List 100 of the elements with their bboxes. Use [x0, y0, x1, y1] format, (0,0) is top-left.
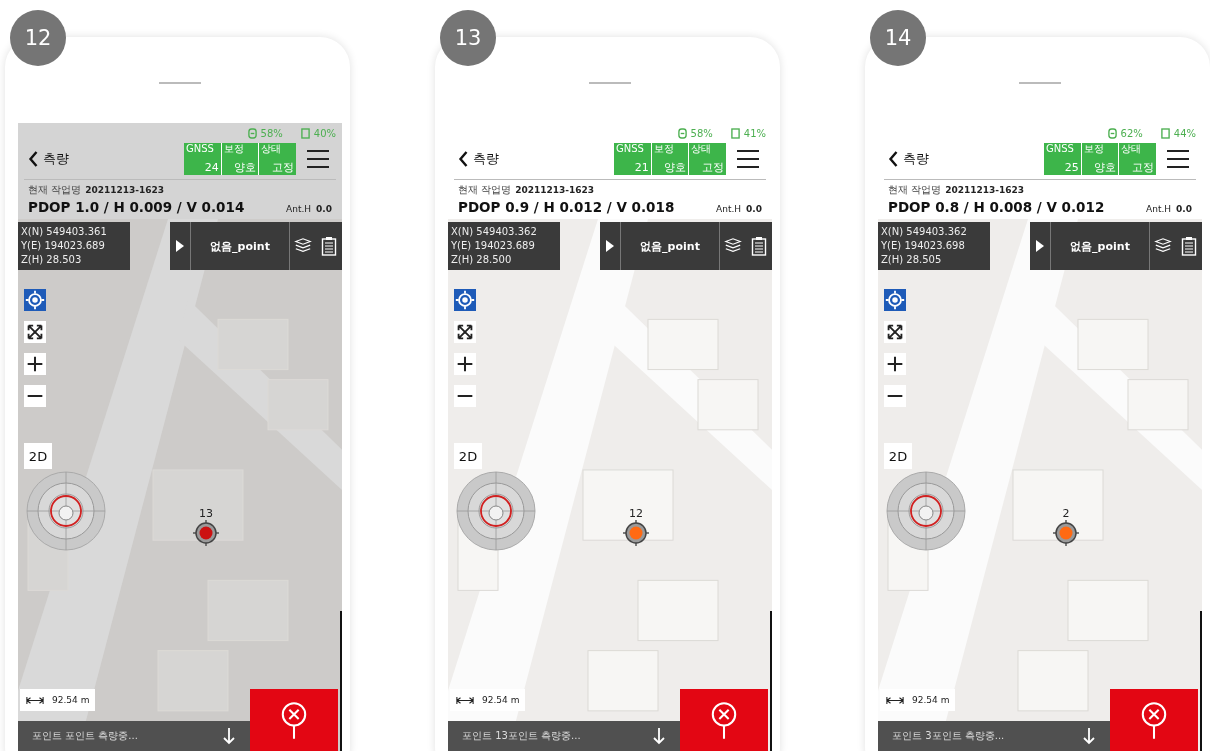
- clipboard-icon[interactable]: [1180, 236, 1198, 256]
- gnss-label: GNSS: [616, 143, 645, 155]
- antenna-height-label: Ant.H: [716, 204, 742, 214]
- back-button[interactable]: 측량: [458, 150, 614, 168]
- play-icon[interactable]: [176, 240, 184, 252]
- zoom-in-icon[interactable]: [884, 353, 906, 375]
- battery-icon: [730, 127, 740, 139]
- point-name-button[interactable]: 없음_point: [190, 222, 290, 270]
- gnss-value: 24: [203, 160, 219, 175]
- status-message: 포인트 3포인트 측량중...: [892, 729, 1006, 743]
- coordinate-text: Y(E) 194023.689: [21, 239, 106, 253]
- antenna-height-value: 0.0: [746, 204, 762, 214]
- play-icon[interactable]: [1036, 240, 1044, 252]
- expand-icon[interactable]: [454, 321, 476, 343]
- gnss-value: 양호: [233, 160, 257, 175]
- gnss-value: 양호: [1093, 160, 1117, 175]
- coordinate-text: Y(E) 194023.689: [451, 239, 536, 253]
- scale-text: 92.54 m: [482, 695, 520, 705]
- back-button[interactable]: 측량: [888, 150, 1044, 168]
- gnss-label: 상태: [261, 143, 283, 155]
- locate-icon[interactable]: [24, 289, 46, 311]
- menu-icon[interactable]: [736, 149, 760, 169]
- cancel-measure-button[interactable]: [250, 689, 338, 751]
- status-message: 포인트 13포인트 측량중...: [462, 729, 582, 743]
- scale-icon: [26, 695, 44, 705]
- coordinate-text: Z(H) 28.500: [451, 253, 513, 267]
- marker-label: 12: [628, 507, 644, 520]
- chevron-left-icon: [28, 151, 39, 167]
- view-mode-button[interactable]: 2D: [24, 443, 52, 469]
- gnss-label: 상태: [1121, 143, 1143, 155]
- map-view[interactable]: X(N) 549403.361 Y(E) 194023.689 Z(H) 28.503 없음_point 2D 13 92.54 m 포인트 포인트 측량중...: [18, 219, 342, 751]
- point-name-button[interactable]: 없음_point: [620, 222, 720, 270]
- cancel-measure-button[interactable]: [1110, 689, 1198, 751]
- coordinate-text: Y(E) 194023.698: [881, 239, 966, 253]
- back-button[interactable]: 측량: [28, 150, 184, 168]
- chevron-left-icon: [888, 151, 899, 167]
- map-view[interactable]: X(N) 549403.362 Y(E) 194023.698 Z(H) 28.505 없음_point 2D 2 92.54 m 포인트 3포인트 측량중...: [878, 219, 1202, 751]
- step-badge: 13: [440, 10, 496, 66]
- play-icon[interactable]: [606, 240, 614, 252]
- scale-text: 92.54 m: [912, 695, 950, 705]
- gps-icon: [677, 127, 687, 139]
- expand-icon[interactable]: [24, 321, 46, 343]
- step-badge: 12: [10, 10, 66, 66]
- zoom-in-icon[interactable]: [454, 353, 476, 375]
- job-label: 현재 작업명: [458, 183, 512, 197]
- gnss-value: 고정: [1131, 160, 1154, 175]
- accuracy-readout: PDOP 1.0 / H 0.009 / V 0.014: [28, 199, 246, 215]
- marker-label: 2: [1061, 507, 1071, 520]
- expand-icon[interactable]: [884, 321, 906, 343]
- antenna-height-value: 0.0: [1176, 204, 1192, 214]
- target-marker-icon: [1052, 519, 1080, 547]
- gps-percent: 62%: [1120, 127, 1143, 139]
- coordinate-text: Z(H) 28.503: [21, 253, 83, 267]
- cancel-pin-icon: [710, 700, 738, 740]
- battery-percent: 40%: [313, 127, 336, 139]
- coordinate-text: X(N) 549403.362: [881, 225, 968, 239]
- point-name-button[interactable]: 없음_point: [1050, 222, 1150, 270]
- gnss-value: 고정: [701, 160, 724, 175]
- step-badge: 14: [870, 10, 926, 66]
- view-mode-button[interactable]: 2D: [884, 443, 912, 469]
- locate-icon[interactable]: [884, 289, 906, 311]
- zoom-in-icon[interactable]: [24, 353, 46, 375]
- clipboard-icon[interactable]: [320, 236, 338, 256]
- view-mode-button[interactable]: 2D: [454, 443, 482, 469]
- arrow-down-icon[interactable]: [1082, 727, 1096, 745]
- antenna-height-label: Ant.H: [286, 204, 312, 214]
- job-name: 20211213-1623: [515, 185, 595, 195]
- menu-icon[interactable]: [1166, 149, 1190, 169]
- cancel-pin-icon: [280, 700, 308, 740]
- arrow-down-icon[interactable]: [222, 727, 236, 745]
- zoom-out-icon[interactable]: [884, 385, 906, 407]
- zoom-out-icon[interactable]: [454, 385, 476, 407]
- coordinate-text: X(N) 549403.361: [21, 225, 108, 239]
- gps-icon: [1107, 127, 1117, 139]
- menu-icon[interactable]: [306, 149, 330, 169]
- battery-percent: 44%: [1173, 127, 1196, 139]
- clipboard-icon[interactable]: [750, 236, 768, 256]
- status-message: 포인트 포인트 측량중...: [32, 729, 139, 743]
- gnss-label: 보정: [653, 143, 675, 155]
- job-name: 20211213-1623: [945, 185, 1025, 195]
- job-label: 현재 작업명: [888, 183, 942, 197]
- gnss-value: 고정: [271, 160, 294, 175]
- scale-icon: [456, 695, 474, 705]
- locate-icon[interactable]: [454, 289, 476, 311]
- target-marker-icon: [192, 519, 220, 547]
- accuracy-readout: PDOP 0.9 / H 0.012 / V 0.018: [458, 199, 676, 215]
- job-name: 20211213-1623: [85, 185, 165, 195]
- gnss-label: GNSS: [1046, 143, 1075, 155]
- gps-percent: 58%: [690, 127, 713, 139]
- scale-text: 92.54 m: [52, 695, 90, 705]
- gnss-value: 25: [1063, 160, 1079, 175]
- zoom-out-icon[interactable]: [24, 385, 46, 407]
- antenna-height-value: 0.0: [316, 204, 332, 214]
- chevron-left-icon: [458, 151, 469, 167]
- battery-icon: [300, 127, 310, 139]
- cancel-measure-button[interactable]: [680, 689, 768, 751]
- gnss-label: GNSS: [186, 143, 215, 155]
- antenna-height-label: Ant.H: [1146, 204, 1172, 214]
- map-view[interactable]: X(N) 549403.362 Y(E) 194023.689 Z(H) 28.500 없음_point 2D 12 92.54 m 포인트 13포인트 측량중...: [448, 219, 772, 751]
- arrow-down-icon[interactable]: [652, 727, 666, 745]
